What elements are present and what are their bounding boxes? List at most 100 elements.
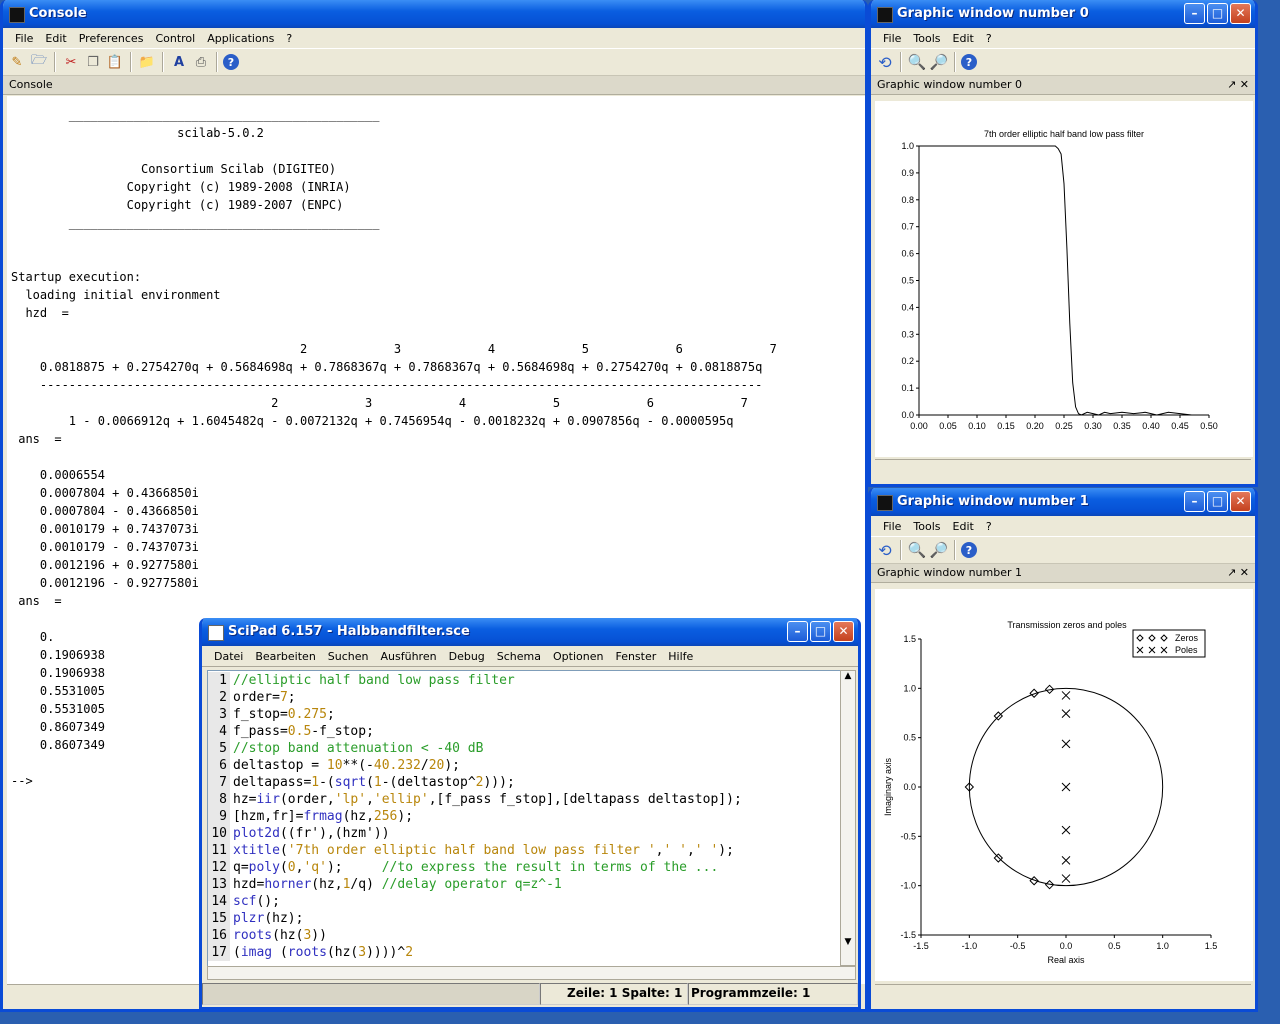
x-axis-label: Real axis	[1047, 955, 1085, 965]
code-token: (hz(	[272, 928, 304, 943]
scroll-up-arrow-icon[interactable]: ▲	[841, 671, 855, 685]
gw1-tab[interactable]: Graphic window number 1 ↗ ✕	[871, 564, 1255, 583]
pole-marker	[1061, 691, 1071, 700]
scipad-menubar: Datei Bearbeiten Suchen Ausführen Debug …	[202, 646, 858, 667]
horizontal-scrollbar[interactable]	[207, 966, 856, 980]
menu-edit[interactable]: Edit	[947, 520, 980, 533]
help-icon[interactable]: ?	[223, 54, 239, 70]
code-token: 0	[287, 860, 296, 875]
new-file-icon[interactable]: ✎	[7, 52, 27, 72]
menu-schema[interactable]: Schema	[491, 650, 547, 663]
menu-fenster[interactable]: Fenster	[609, 650, 662, 663]
menu-file[interactable]: File	[9, 32, 39, 45]
dock-controls[interactable]: ↗ ✕	[1227, 564, 1249, 582]
gw0-titlebar[interactable]: Graphic window number 0 – □ ✕	[871, 0, 1255, 28]
menu-optionen[interactable]: Optionen	[547, 650, 609, 663]
menu-hilfe[interactable]: Hilfe	[662, 650, 699, 663]
code-line: 8 hz=iir(order,'lp','ellip',[f_pass f_sto…	[208, 791, 840, 808]
x-tick-label: 0.5	[1108, 941, 1121, 951]
rotate-icon[interactable]: ⟲	[875, 52, 895, 72]
maximize-button[interactable]: □	[810, 621, 831, 642]
menu-datei[interactable]: Datei	[208, 650, 249, 663]
help-icon[interactable]: ?	[961, 542, 977, 558]
menu-edit[interactable]: Edit	[39, 32, 72, 45]
scipad-title: SciPad 6.157 - Halbbandfilter.sce	[228, 624, 470, 639]
code-token: (	[279, 860, 288, 875]
menu-file[interactable]: File	[877, 520, 907, 533]
code-token: ))))^	[366, 945, 406, 960]
x-tick-label: 0.35	[1113, 421, 1131, 431]
menu-help[interactable]: ?	[280, 32, 298, 45]
chart-title: Transmission zeros and poles	[1007, 620, 1127, 630]
code-token: (	[233, 945, 241, 960]
console-tab[interactable]: Console	[3, 76, 865, 95]
code-line: 16 roots(hz(3))	[208, 927, 840, 944]
copy-icon[interactable]: ❐	[83, 52, 103, 72]
code-token: roots	[287, 945, 327, 960]
menu-tools[interactable]: Tools	[907, 520, 946, 533]
console-line: 1 - 0.0066912q + 1.6045482q - 0.0072132q…	[11, 414, 734, 428]
menu-file[interactable]: File	[877, 32, 907, 45]
menu-applications[interactable]: Applications	[201, 32, 280, 45]
console-line: 0.0012196 + 0.9277580i	[11, 558, 199, 572]
console-titlebar[interactable]: Console	[3, 0, 865, 28]
code-token: frmag	[303, 809, 343, 824]
scroll-down-arrow-icon[interactable]: ▼	[841, 937, 855, 947]
minimize-button[interactable]: –	[1184, 491, 1205, 512]
menu-bearbeiten[interactable]: Bearbeiten	[249, 650, 321, 663]
close-button[interactable]: ✕	[1230, 3, 1251, 24]
code-token: ,[f_pass f_stop],[deltapass deltastop]);	[428, 792, 742, 807]
code-token: iir	[256, 792, 280, 807]
code-editor[interactable]: 1//elliptic half band low pass filter 2 or…	[207, 670, 841, 968]
close-button[interactable]: ✕	[833, 621, 854, 642]
cut-icon[interactable]: ✂	[61, 52, 81, 72]
gw0-tab[interactable]: Graphic window number 0 ↗ ✕	[871, 76, 1255, 95]
x-tick-label: -0.5	[1010, 941, 1026, 951]
folder-icon[interactable]: 📁	[137, 52, 157, 72]
font-icon[interactable]: A	[169, 52, 189, 72]
gw1-canvas[interactable]: Transmission zeros and poles -1.5 -1.0 -0.5…	[875, 589, 1253, 981]
menu-suchen[interactable]: Suchen	[322, 650, 375, 663]
menu-ausfuehren[interactable]: Ausführen	[375, 650, 443, 663]
help-icon[interactable]: ?	[961, 54, 977, 70]
rotate-icon[interactable]: ⟲	[875, 540, 895, 560]
menu-tools[interactable]: Tools	[907, 32, 946, 45]
code-token: scf	[233, 894, 257, 909]
scipad-titlebar[interactable]: SciPad 6.157 - Halbbandfilter.sce – □ ✕	[202, 618, 858, 646]
maximize-button[interactable]: □	[1207, 3, 1228, 24]
code-token: 0.275	[287, 707, 327, 722]
console-line: 0.0818875 + 0.2754270q + 0.5684698q + 0.…	[11, 360, 763, 374]
code-token: hz=	[233, 792, 257, 807]
code-line: 13 hzd=horner(hz,1/q) //delay operator q=…	[208, 876, 840, 893]
close-button[interactable]: ✕	[1230, 491, 1251, 512]
print-icon[interactable]: ⎙	[191, 52, 211, 72]
gw0-tab-label: Graphic window number 0	[877, 78, 1022, 91]
menu-control[interactable]: Control	[149, 32, 201, 45]
toolbar-separator	[130, 52, 132, 72]
gw0-canvas[interactable]: 7th order elliptic half band low pass fi…	[875, 101, 1253, 457]
console-line: ans =	[11, 432, 62, 446]
y-tick-label: 1.0	[901, 141, 914, 151]
dock-controls[interactable]: ↗ ✕	[1227, 76, 1249, 94]
minimize-button[interactable]: –	[1184, 3, 1205, 24]
menu-edit[interactable]: Edit	[947, 32, 980, 45]
code-token: hzd=	[233, 877, 265, 892]
minimize-button[interactable]: –	[787, 621, 808, 642]
paste-icon[interactable]: 📋	[105, 52, 125, 72]
filter-response-chart: 7th order elliptic half band low pass fi…	[901, 129, 1217, 431]
menu-help[interactable]: ?	[980, 520, 998, 533]
zoom-icon[interactable]: 🔍	[907, 540, 927, 560]
menu-debug[interactable]: Debug	[443, 650, 491, 663]
menu-help[interactable]: ?	[980, 32, 998, 45]
unzoom-icon[interactable]: 🔎	[929, 540, 949, 560]
vertical-scrollbar[interactable]: ▲ ▼	[840, 670, 856, 966]
unzoom-icon[interactable]: 🔎	[929, 52, 949, 72]
gw1-statusbar	[875, 984, 1251, 1005]
gw1-titlebar[interactable]: Graphic window number 1 – □ ✕	[871, 488, 1255, 516]
maximize-button[interactable]: □	[1207, 491, 1228, 512]
menu-preferences[interactable]: Preferences	[73, 32, 150, 45]
zoom-icon[interactable]: 🔍	[907, 52, 927, 72]
open-file-icon[interactable]: 🗁	[29, 52, 49, 72]
gw0-toolbar: ⟲ 🔍 🔎 ?	[871, 48, 1255, 76]
code-token: imag	[240, 945, 273, 960]
